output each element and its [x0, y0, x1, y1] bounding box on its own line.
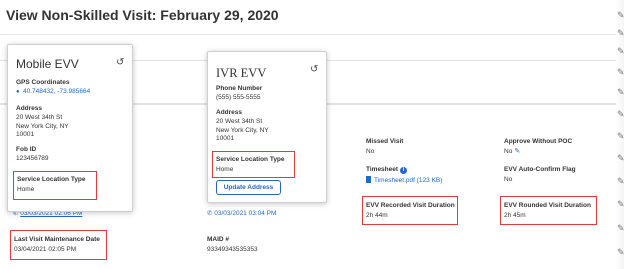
last-maintenance-value: 03/04/2021 02:05 PM	[14, 246, 77, 253]
gps-label: GPS Coordinates	[16, 79, 70, 86]
pencil-icon[interactable]: ✎	[617, 86, 624, 98]
phone-number-value: (555) 555-5555	[216, 94, 261, 101]
last-maintenance-label: Last Visit Maintenance Date	[14, 236, 100, 243]
page-title: View Non-Skilled Visit: February 29, 202…	[6, 7, 279, 23]
gps-value: 40.748432, -73.985664	[23, 88, 91, 95]
rounded-duration-value: 2h 45m	[504, 212, 526, 219]
info-icon[interactable]: i	[399, 167, 407, 174]
edit-column: ✎ ✎ ✎ ✎ ✎ ✎ ✎ ✎ ✎ ✎ ✎ ✎	[616, 0, 624, 269]
mobile-service-location-value: Home	[17, 186, 35, 193]
pencil-icon[interactable]: ✎	[617, 130, 624, 142]
ivr-evv-title: IVR EVV	[216, 66, 267, 80]
history-icon[interactable]: ↺	[116, 58, 126, 68]
mobile-address-line2: New York City, NY	[16, 122, 69, 130]
map-pin-icon: ●	[16, 89, 20, 95]
mobile-service-location-label: Service Location Type	[17, 176, 86, 183]
approve-without-poc-text: No	[504, 148, 513, 155]
pencil-icon[interactable]: ✎	[617, 45, 624, 57]
mobile-evv-title: Mobile EVV	[16, 57, 79, 71]
rounded-duration-highlight	[500, 196, 597, 225]
ivr-address-label: Address	[216, 109, 243, 116]
auto-confirm-value: No	[504, 176, 513, 183]
pencil-icon[interactable]: ✎	[617, 222, 624, 234]
timesheet-file-text: Timesheet.pdf (123 KB)	[374, 177, 443, 184]
missed-visit-value: No	[366, 148, 375, 155]
timesheet-label-text: Timesheet	[366, 166, 399, 173]
recorded-duration-value: 2h 44m	[366, 212, 388, 219]
ivr-address-line1: 20 West 34th St	[216, 118, 263, 125]
ivr-evv-timestamp: 03/03/2021 03:04 PM	[214, 210, 277, 217]
pencil-icon[interactable]: ✎	[617, 27, 624, 39]
title-divider	[0, 34, 618, 35]
ivr-service-location-value: Home	[216, 166, 234, 173]
maid-label: MAID #	[207, 236, 230, 243]
fob-value: 123456789	[16, 155, 49, 162]
mobile-address-line1: 20 West 34th St	[16, 114, 63, 121]
pencil-icon[interactable]: ✎	[617, 9, 624, 21]
rounded-duration-label: EVV Rounded Visit Duration	[504, 202, 591, 209]
file-icon	[366, 176, 371, 183]
last-maintenance-highlight	[10, 230, 107, 260]
pencil-icon[interactable]: ✎	[617, 198, 624, 210]
mobile-address-label: Address	[16, 105, 43, 112]
gps-coordinates-link[interactable]: ● 40.748432, -73.985664	[16, 88, 90, 97]
ivr-address-line2: New York City, NY	[216, 126, 269, 134]
pencil-icon[interactable]: ✎	[617, 152, 624, 164]
recorded-duration-highlight	[362, 196, 458, 225]
edit-icon[interactable]: ✎	[514, 148, 520, 157]
maid-value: 93349343535353	[207, 246, 258, 253]
approve-without-poc-label: Approve Without POC	[504, 138, 573, 145]
ivr-address-line3: 10001	[216, 135, 235, 143]
pencil-icon[interactable]: ✎	[617, 246, 624, 258]
ivr-service-location-label: Service Location Type	[216, 156, 285, 163]
phone-number-label: Phone Number	[216, 85, 263, 92]
auto-confirm-label: EVV Auto-Confirm Flag	[504, 166, 576, 173]
timesheet-label: Timesheet i	[366, 166, 407, 174]
missed-visit-label: Missed Visit	[366, 138, 404, 145]
update-address-button[interactable]: Update Address	[216, 180, 281, 195]
phone-icon: ✆	[207, 210, 213, 217]
approve-without-poc-value: No ✎	[504, 148, 520, 157]
pencil-icon[interactable]: ✎	[617, 108, 624, 120]
pencil-icon[interactable]: ✎	[617, 175, 624, 187]
ivr-evv-popup: IVR EVV ↺ Phone Number (555) 555-5555 Ad…	[207, 51, 327, 203]
pencil-icon[interactable]: ✎	[617, 66, 624, 78]
mobile-address-line3: 10001	[16, 131, 35, 139]
recorded-duration-label: EVV Recorded Visit Duration	[366, 202, 455, 209]
fob-label: Fob ID	[16, 146, 37, 153]
history-icon[interactable]: ↺	[310, 65, 320, 75]
timesheet-file-link[interactable]: Timesheet.pdf (123 KB)	[366, 176, 442, 186]
ivr-evv-timestamp-link[interactable]: ✆ 03/03/2021 03:04 PM	[207, 210, 276, 219]
mobile-evv-popup: Mobile EVV ↺ GPS Coordinates ● 40.748432,…	[7, 44, 133, 212]
